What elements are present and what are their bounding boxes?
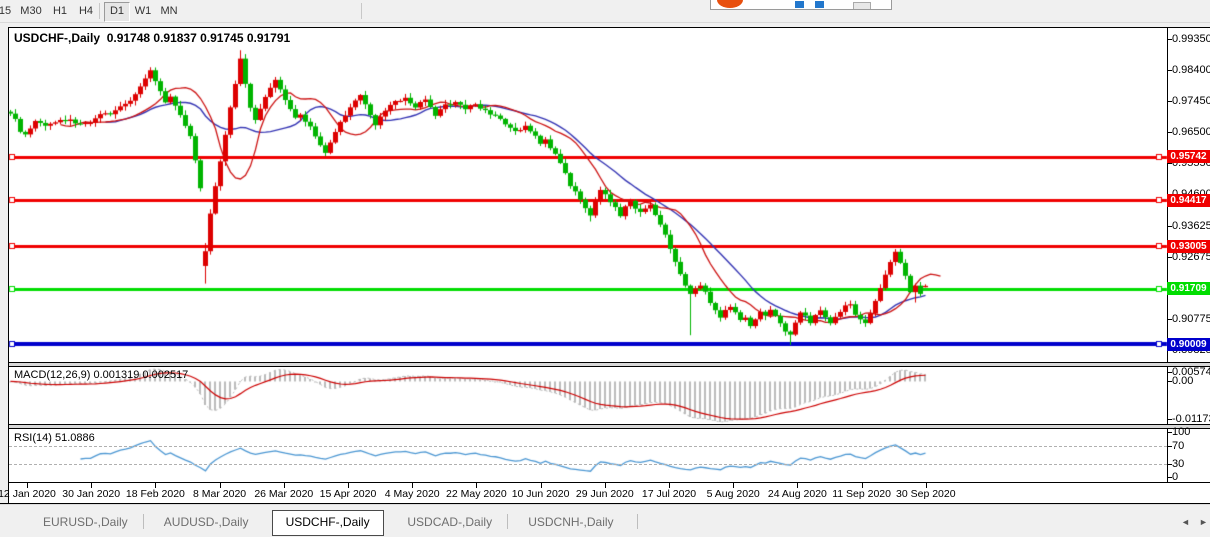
price-axis-tick: 0.92675 xyxy=(1172,251,1210,263)
date-axis-label: 29 Jun 2020 xyxy=(576,488,634,500)
tab-separator xyxy=(507,514,508,529)
rsi-axis-tickmark xyxy=(1167,432,1172,433)
date-axis-tickmark xyxy=(669,483,670,488)
date-axis-tickmark xyxy=(348,483,349,488)
date-axis-label: 11 Sep 2020 xyxy=(832,488,891,500)
rsi-guide-line xyxy=(9,446,1167,447)
rsi-axis-tickmark xyxy=(1167,477,1172,478)
date-axis-tickmark xyxy=(220,483,221,488)
date-axis-tickmark xyxy=(541,483,542,488)
macd-axis-tickmark xyxy=(1167,419,1172,420)
symbol-tab-audusd[interactable]: AUDUSD-,Daily xyxy=(151,510,262,534)
rsi-axis-label: 30 xyxy=(1172,458,1184,470)
tab-scroll-left-icon[interactable]: ◄ xyxy=(1181,517,1190,527)
price-chart-canvas[interactable] xyxy=(0,0,1210,537)
rsi-axis-label: 70 xyxy=(1172,440,1184,452)
date-axis-label: 5 Aug 2020 xyxy=(707,488,760,500)
date-axis-label: 10 Jun 2020 xyxy=(512,488,570,500)
date-axis-tickmark xyxy=(91,483,92,488)
date-axis-tickmark xyxy=(862,483,863,488)
price-axis-tickmark xyxy=(1167,257,1172,258)
price-axis-tick: 0.90775 xyxy=(1172,313,1210,325)
tab-separator xyxy=(637,514,638,529)
chart-title: USDCHF-,Daily 0.91748 0.91837 0.91745 0.… xyxy=(14,31,290,45)
price-axis-tickmark xyxy=(1167,226,1172,227)
date-axis-label: 22 May 2020 xyxy=(446,488,507,500)
date-axis-tickmark xyxy=(476,483,477,488)
date-axis-label: 12 Jan 2020 xyxy=(0,488,56,500)
symbol-tab-usdcnh[interactable]: USDCNH-,Daily xyxy=(515,510,626,534)
symbol-tab-bar: ◄ ► EURUSD-,Daily AUDUSD-,Daily USDCHF-,Da… xyxy=(0,504,1210,537)
level-price-badge[interactable]: 0.94417 xyxy=(1167,194,1210,207)
macd-indicator-label: MACD(12,26,9) 0.001319 0.002517 xyxy=(14,369,188,381)
date-axis-tickmark xyxy=(27,483,28,488)
chart-ohlc-values: 0.91748 0.91837 0.91745 0.91791 xyxy=(107,31,291,45)
date-axis-label: 15 Apr 2020 xyxy=(320,488,377,500)
date-axis-label: 17 Jul 2020 xyxy=(642,488,696,500)
rsi-guide-line xyxy=(9,464,1167,465)
date-axis-label: 30 Sep 2020 xyxy=(896,488,956,500)
price-axis-tickmark xyxy=(1167,132,1172,133)
macd-axis-tickmark xyxy=(1167,372,1172,373)
level-price-badge[interactable]: 0.93005 xyxy=(1167,240,1210,253)
rsi-axis-tickmark xyxy=(1167,446,1172,447)
date-axis-tickmark xyxy=(797,483,798,488)
rsi-name: RSI(14) xyxy=(14,432,52,444)
symbol-tab-usdchf[interactable]: USDCHF-,Daily xyxy=(272,510,384,536)
price-axis-tick: 0.99350 xyxy=(1172,33,1210,45)
symbol-tab-eurusd[interactable]: EURUSD-,Daily xyxy=(30,510,141,534)
date-axis-tickmark xyxy=(733,483,734,488)
price-axis-tickmark xyxy=(1167,101,1172,102)
price-axis-tickmark xyxy=(1167,39,1172,40)
level-price-badge[interactable]: 0.95742 xyxy=(1167,150,1210,163)
rsi-indicator-label: RSI(14) 51.0886 xyxy=(14,432,95,444)
date-axis-tickmark xyxy=(155,483,156,488)
rsi-axis-tickmark xyxy=(1167,464,1172,465)
price-axis-tickmark xyxy=(1167,70,1172,71)
date-axis-tickmark xyxy=(605,483,606,488)
date-axis-label: 26 Mar 2020 xyxy=(254,488,313,500)
symbol-tab-usdcad[interactable]: USDCAD-,Daily xyxy=(394,510,505,534)
macd-axis-label: 0.00 xyxy=(1172,375,1193,387)
rsi-value: 51.0886 xyxy=(55,432,95,444)
macd-axis-tickmark xyxy=(1167,381,1172,382)
date-axis-tickmark xyxy=(284,483,285,488)
chart-symbol-period: USDCHF-,Daily xyxy=(14,31,100,45)
date-axis-tickmark xyxy=(926,483,927,488)
date-axis-label: 8 Mar 2020 xyxy=(193,488,246,500)
price-axis-tickmark xyxy=(1167,319,1172,320)
date-axis-label: 18 Feb 2020 xyxy=(126,488,185,500)
trading-platform-window: 15M30H1H4D1W1MN USDCHF-,Daily 0.91748 0.… xyxy=(0,0,1210,537)
date-axis-tickmark xyxy=(412,483,413,488)
price-axis-tick: 0.93625 xyxy=(1172,220,1210,232)
date-axis-label: 4 May 2020 xyxy=(385,488,440,500)
price-axis-tick: 0.96500 xyxy=(1172,126,1210,138)
date-axis-label: 30 Jan 2020 xyxy=(62,488,120,500)
macd-name: MACD(12,26,9) xyxy=(14,369,90,381)
macd-values: 0.001319 0.002517 xyxy=(93,369,188,381)
tab-scroll-right-icon[interactable]: ► xyxy=(1199,517,1208,527)
rsi-axis-label: 0 xyxy=(1172,471,1178,483)
macd-axis-label: -0.011738 xyxy=(1172,413,1210,425)
level-price-badge[interactable]: 0.90009 xyxy=(1167,338,1210,351)
price-axis-tick: 0.97450 xyxy=(1172,95,1210,107)
level-price-badge[interactable]: 0.91709 xyxy=(1167,282,1210,295)
tab-separator xyxy=(143,514,144,529)
rsi-axis-label: 100 xyxy=(1172,426,1190,438)
price-axis-tick: 0.98400 xyxy=(1172,64,1210,76)
date-axis-label: 24 Aug 2020 xyxy=(768,488,827,500)
